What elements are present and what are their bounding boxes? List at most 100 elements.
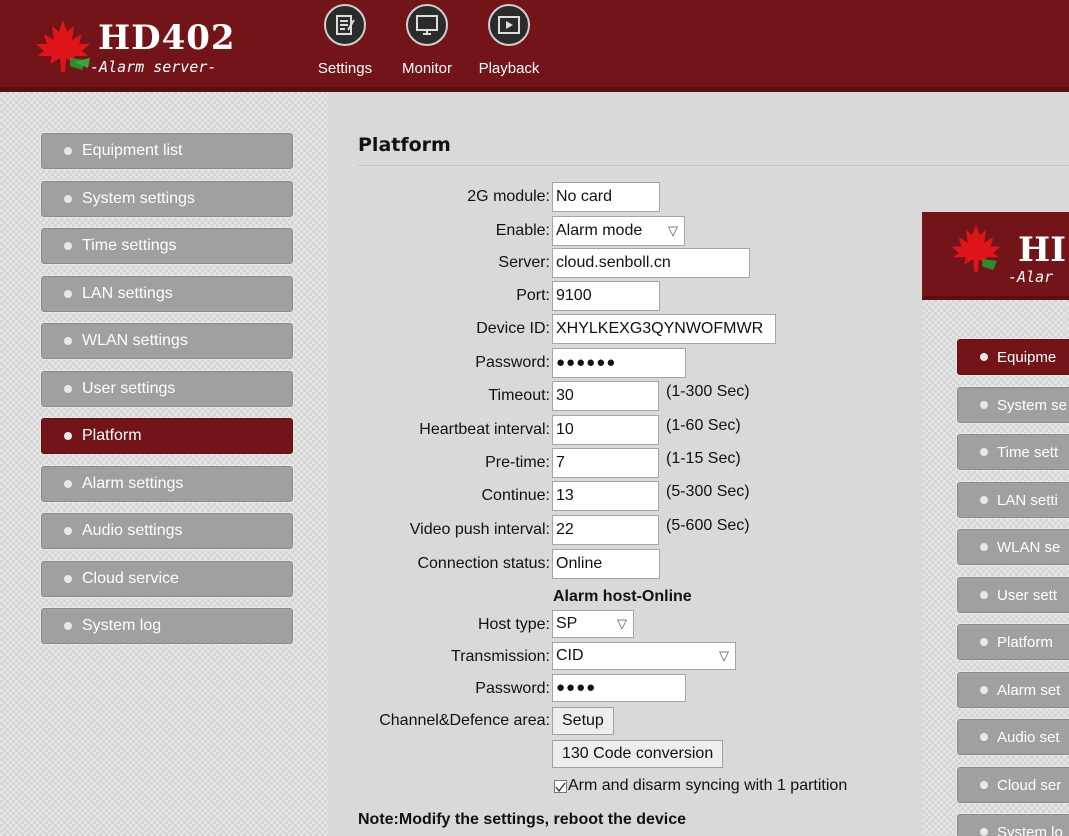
overlay-header: HI -Alar (922, 212, 1069, 296)
bullet-icon (980, 781, 988, 789)
overlay-item-wlan[interactable]: WLAN se (956, 528, 1069, 566)
continue-input[interactable]: 13 (552, 481, 659, 511)
enable-select[interactable]: Alarm mode ▽ (552, 216, 685, 246)
bullet-icon (980, 401, 988, 409)
bullet-icon (64, 290, 72, 298)
nav-settings[interactable]: Settings (310, 4, 380, 77)
reboot-note: Note:Modify the settings, reboot the dev… (358, 811, 687, 828)
overlay-logo-title: HI (1018, 230, 1067, 270)
sidebar-item-alarm-settings[interactable]: Alarm settings (40, 465, 294, 503)
bullet-icon (64, 337, 72, 345)
host-type-select[interactable]: SP ▽ (552, 610, 634, 638)
port-input[interactable]: 9100 (552, 281, 660, 311)
bullet-icon (980, 448, 988, 456)
transmission-value: CID (556, 647, 584, 664)
top-header-bar: HD402 -Alarm server- Settings Monitor Pl… (0, 0, 1069, 87)
enable-select-value: Alarm mode (556, 222, 643, 239)
overlay-item-alarm[interactable]: Alarm set (956, 671, 1069, 709)
bullet-icon (980, 496, 988, 504)
host-type-value: SP (556, 615, 578, 632)
connection-status-field: Online (552, 549, 660, 579)
bullet-icon (64, 432, 72, 440)
sidebar-item-label: Alarm settings (82, 475, 184, 492)
sidebar-item-wlan-settings[interactable]: WLAN settings (40, 322, 294, 360)
maple-leaf-icon (951, 224, 1001, 272)
chevron-down-icon: ▽ (719, 648, 729, 663)
row-host-password: Password: (328, 674, 550, 704)
device-id-input[interactable]: XHYLKEXG3QYNWOFMWR (552, 314, 776, 344)
pretime-input[interactable]: 7 (552, 448, 659, 478)
bullet-icon (64, 622, 72, 630)
label-enable: Enable: (495, 222, 550, 239)
bullet-icon (980, 638, 988, 646)
sidebar-item-lan-settings[interactable]: LAN settings (40, 275, 294, 313)
bullet-icon (980, 686, 988, 694)
continue-unit: (5-300 Sec) (666, 483, 750, 500)
overlay-item-platform[interactable]: Platform (956, 623, 1069, 661)
nav-settings-label: Settings (317, 60, 373, 77)
arm-sync-label: Arm and disarm syncing with 1 partition (568, 777, 848, 794)
row-password: Password: (328, 348, 550, 378)
transmission-select[interactable]: CID ▽ (552, 642, 736, 670)
heartbeat-unit: (1-60 Sec) (666, 417, 741, 434)
setup-button[interactable]: Setup (552, 707, 614, 735)
label-device-id: Device ID: (476, 320, 550, 337)
overlay-item-lan[interactable]: LAN setti (956, 481, 1069, 519)
row-channel: Channel&Defence area: (328, 706, 550, 736)
arm-sync-checkbox[interactable] (554, 780, 567, 793)
sidebar-item-system-settings[interactable]: System settings (40, 180, 294, 218)
chevron-down-icon: ▽ (617, 616, 627, 631)
check-icon (555, 782, 566, 793)
logo-title: HD402 (98, 18, 236, 58)
overlay-item-time[interactable]: Time sett (956, 433, 1069, 471)
overlay-logo-subtitle: -Alar (1008, 268, 1054, 286)
sidebar-item-label: Time settings (82, 237, 177, 254)
row-2g-module: 2G module: (328, 182, 550, 212)
page-title: Platform (358, 134, 451, 156)
row-pretime: Pre-time: (328, 448, 550, 478)
overlay-item-audio[interactable]: Audio set (956, 718, 1069, 756)
overlay-item-log[interactable]: System lo (956, 813, 1069, 836)
monitor-icon (406, 4, 448, 46)
sidebar-item-audio-settings[interactable]: Audio settings (40, 512, 294, 550)
sidebar-item-user-settings[interactable]: User settings (40, 370, 294, 408)
sidebar-item-platform[interactable]: Platform (40, 417, 294, 455)
bullet-icon (980, 543, 988, 551)
sidebar-item-cloud-service[interactable]: Cloud service (40, 560, 294, 598)
bullet-icon (980, 733, 988, 741)
row-port: Port: (328, 281, 550, 311)
sidebar-item-label: Cloud service (82, 570, 179, 587)
sidebar-item-equipment-list[interactable]: Equipment list (40, 132, 294, 170)
video-push-input[interactable]: 22 (552, 515, 659, 545)
password-input[interactable]: ●●●●●● (552, 348, 686, 378)
code-conversion-button[interactable]: 130 Code conversion (552, 740, 724, 768)
overlay-item-cloud[interactable]: Cloud ser (956, 766, 1069, 804)
nav-playback-label: Playback (478, 60, 540, 77)
timeout-input[interactable]: 30 (552, 381, 659, 411)
overlay-item-user[interactable]: User sett (956, 576, 1069, 614)
nav-playback[interactable]: Playback (474, 4, 544, 77)
server-input[interactable]: cloud.senboll.cn (552, 248, 750, 278)
sidebar-item-label: System log (82, 617, 162, 634)
sidebar-item-label: Platform (82, 427, 142, 444)
overlay-sidebar: Equipme System se Time sett LAN setti WL… (922, 300, 1069, 836)
sidebar-item-system-log[interactable]: System log (40, 607, 294, 645)
label-pretime: Pre-time: (485, 454, 550, 471)
overlay-item-system[interactable]: System se (956, 386, 1069, 424)
row-video-push: Video push interval: (328, 515, 550, 545)
nav-monitor[interactable]: Monitor (392, 4, 462, 77)
label-host-type: Host type: (477, 616, 550, 633)
app-logo: HD402 -Alarm server- (30, 14, 270, 80)
sidebar-item-time-settings[interactable]: Time settings (40, 227, 294, 265)
overlay-item-label: Cloud ser (997, 776, 1062, 794)
row-continue: Continue: (328, 481, 551, 511)
logo-subtitle: -Alarm server- (90, 58, 217, 76)
sidebar-item-label: Equipment list (82, 142, 183, 159)
row-host-type: Host type: (328, 610, 550, 640)
heartbeat-input[interactable]: 10 (552, 415, 659, 445)
host-password-input[interactable]: ●●●● (552, 674, 686, 702)
alarm-host-heading: Alarm host-Online (553, 588, 692, 605)
overlay-item-equipment[interactable]: Equipme (956, 338, 1069, 376)
bullet-icon (64, 195, 72, 203)
overlay-item-label: Time sett (997, 443, 1059, 461)
